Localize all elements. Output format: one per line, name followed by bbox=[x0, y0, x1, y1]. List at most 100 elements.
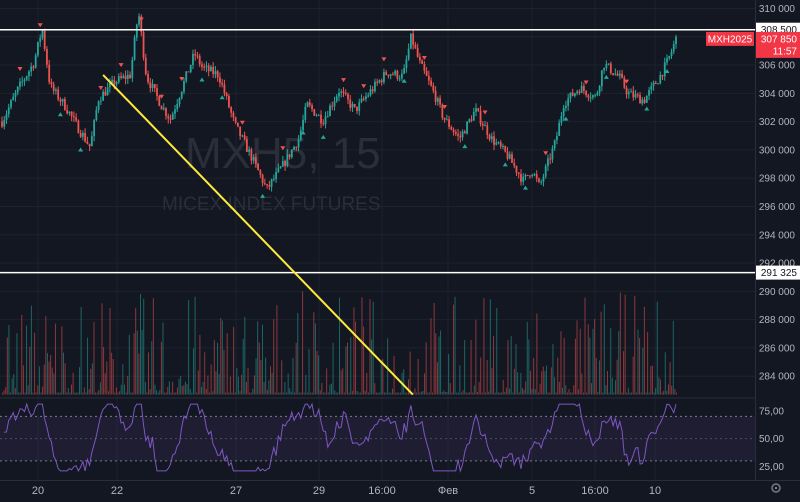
time-tick-label: 10 bbox=[649, 485, 661, 497]
volume-bar bbox=[21, 314, 23, 395]
volume-bar bbox=[173, 392, 175, 395]
candle-body bbox=[149, 82, 152, 89]
volume-bar bbox=[364, 390, 366, 395]
candle-body bbox=[239, 126, 242, 137]
volume-bar bbox=[67, 387, 69, 395]
candle-body bbox=[517, 172, 520, 175]
candle-body bbox=[544, 165, 547, 177]
volume-bar bbox=[367, 392, 369, 395]
price-tick-label: 286 000 bbox=[759, 343, 796, 354]
volume-bar bbox=[140, 294, 142, 395]
candle-body bbox=[502, 146, 504, 148]
volume-bar bbox=[151, 341, 153, 395]
candle-body bbox=[403, 67, 406, 74]
volume-bar bbox=[56, 392, 58, 395]
candle-body bbox=[522, 176, 525, 182]
candle-body bbox=[392, 74, 394, 76]
volume-bar bbox=[345, 346, 347, 395]
volume-bar bbox=[305, 374, 307, 395]
volume-bar bbox=[611, 377, 613, 395]
candle-body bbox=[659, 74, 662, 84]
rsi-tick-label: 50,00 bbox=[759, 434, 784, 445]
candle-body bbox=[237, 122, 239, 127]
candle-body bbox=[418, 56, 421, 61]
volume-bar bbox=[138, 353, 140, 395]
volume-bar bbox=[61, 326, 63, 395]
candle-body bbox=[59, 99, 62, 102]
candle-body bbox=[259, 170, 262, 175]
candle-body bbox=[248, 149, 251, 152]
candle-body bbox=[230, 107, 233, 113]
time-tick-label: 27 bbox=[230, 485, 242, 497]
volume-bar bbox=[310, 392, 312, 395]
candle-body bbox=[50, 81, 53, 85]
volume-bar bbox=[496, 308, 498, 395]
volume-bar bbox=[199, 334, 201, 395]
volume-bar bbox=[517, 372, 519, 395]
volume-bar bbox=[228, 392, 230, 395]
volume-bar bbox=[377, 392, 379, 395]
volume-bar bbox=[75, 392, 77, 395]
volume-bar bbox=[390, 392, 392, 395]
volume-bar bbox=[525, 381, 527, 395]
candle-body bbox=[360, 98, 363, 103]
volume-bar bbox=[470, 339, 472, 395]
volume-bar bbox=[265, 357, 267, 395]
volume-bar bbox=[27, 385, 29, 395]
volume-bar bbox=[284, 382, 286, 395]
volume-bar bbox=[536, 313, 538, 395]
price-tick-label: 310 000 bbox=[759, 4, 796, 15]
candle-body bbox=[623, 77, 626, 88]
candle-body bbox=[55, 89, 57, 91]
candle-body bbox=[560, 115, 563, 123]
volume-bar bbox=[457, 392, 459, 395]
candle-body bbox=[603, 68, 606, 71]
volume-bar bbox=[497, 392, 499, 395]
volume-bar bbox=[148, 352, 150, 395]
volume-bar bbox=[287, 373, 289, 395]
volume-bar bbox=[621, 392, 623, 395]
candle-body bbox=[95, 109, 98, 121]
candle-body bbox=[661, 74, 664, 77]
volume-bar bbox=[322, 392, 324, 395]
volume-bar bbox=[539, 383, 541, 395]
candle-body bbox=[28, 71, 30, 77]
volume-bar bbox=[274, 392, 276, 395]
candle-body bbox=[650, 85, 653, 91]
candle-body bbox=[578, 91, 581, 93]
volume-bar bbox=[549, 392, 551, 395]
candle-body bbox=[340, 91, 343, 93]
volume-bar bbox=[279, 392, 281, 395]
candle-body bbox=[369, 89, 372, 96]
candle-body bbox=[219, 77, 221, 83]
chart-canvas[interactable]: MXH5, 15 MICEX INDEX FUTURES 310 000308 … bbox=[0, 0, 800, 502]
volume-bar bbox=[631, 392, 633, 395]
volume-bar bbox=[494, 392, 496, 395]
candle-body bbox=[668, 56, 671, 59]
candle-body bbox=[499, 142, 502, 147]
volume-bar bbox=[181, 386, 183, 395]
volume-bar bbox=[109, 307, 111, 395]
volume-bar bbox=[127, 375, 129, 395]
volume-bar bbox=[598, 360, 600, 395]
candle-body bbox=[153, 84, 156, 89]
volume-bar bbox=[69, 392, 71, 395]
volume-bar bbox=[306, 392, 308, 395]
candle-body bbox=[214, 71, 217, 75]
volume-bar bbox=[131, 392, 133, 395]
volume-bar bbox=[6, 337, 8, 395]
candle-body bbox=[657, 83, 659, 85]
candle-body bbox=[326, 116, 329, 118]
candle-body bbox=[627, 92, 630, 95]
candle-body bbox=[475, 108, 477, 112]
candle-body bbox=[133, 37, 136, 60]
volume-bar bbox=[420, 391, 422, 395]
candle-body bbox=[25, 76, 28, 80]
candle-body bbox=[580, 85, 583, 93]
candle-body bbox=[436, 98, 439, 102]
candle-body bbox=[147, 74, 149, 83]
volume-bar bbox=[672, 320, 674, 395]
volume-bar bbox=[146, 392, 148, 395]
candle-body bbox=[68, 111, 71, 114]
candle-body bbox=[495, 142, 498, 145]
